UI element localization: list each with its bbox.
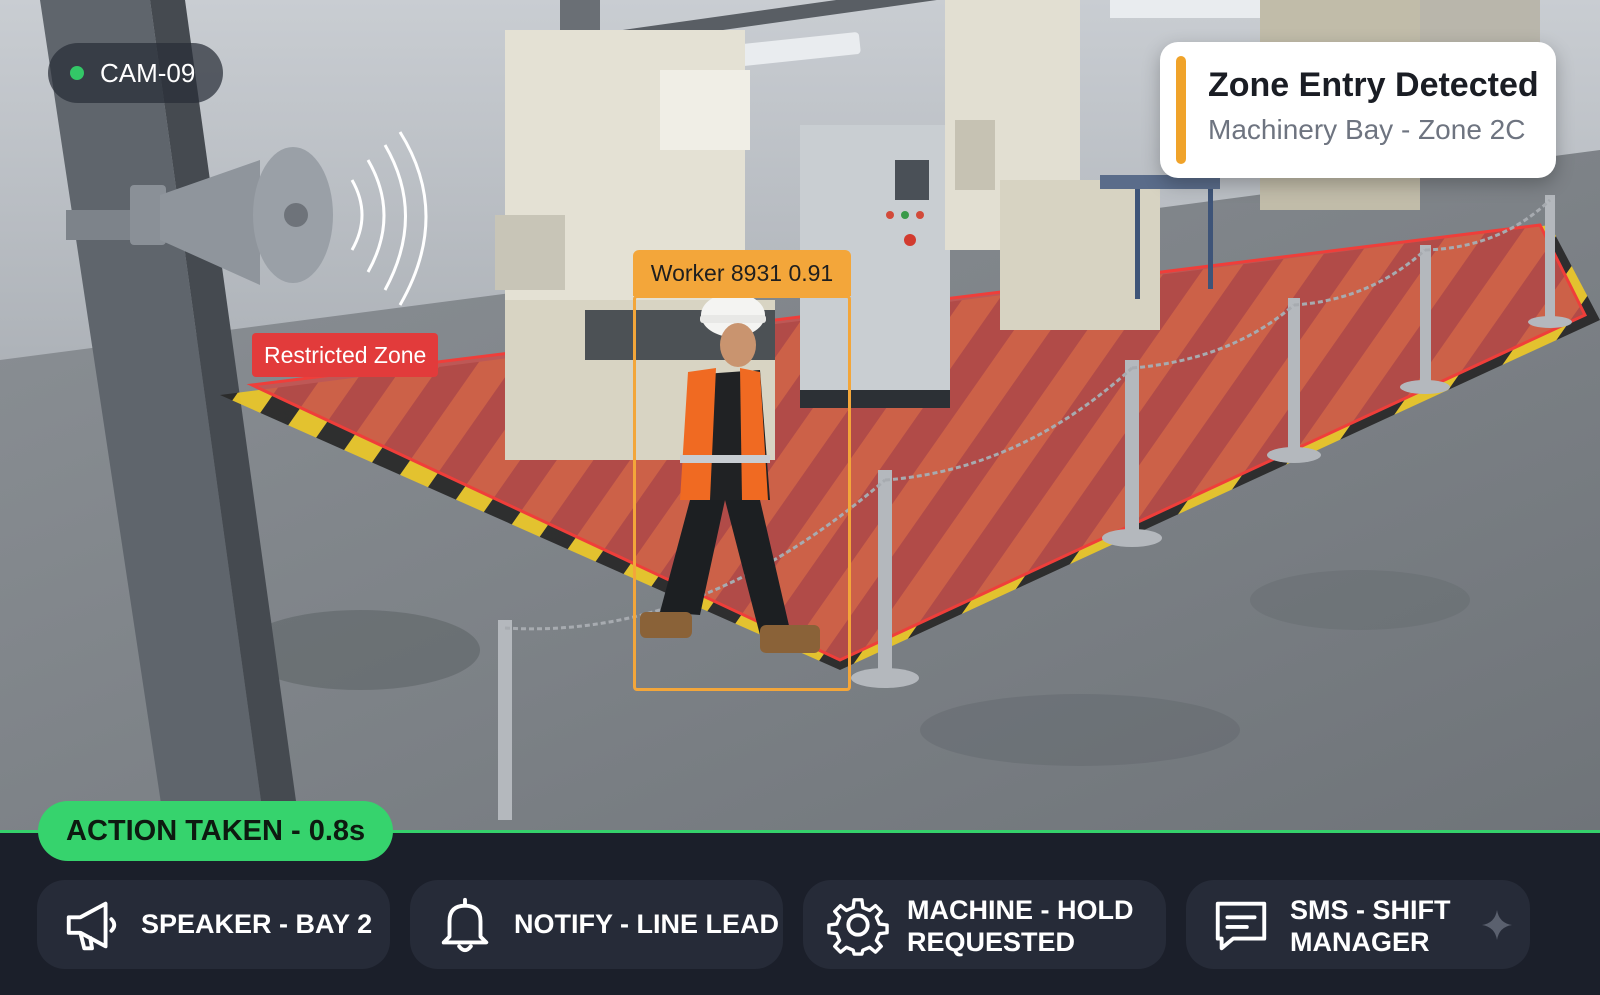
action-sms-label: SMS - SHIFT MANAGER xyxy=(1290,894,1451,958)
bell-icon xyxy=(441,897,489,953)
alert-subtitle: Machinery Bay - Zone 2C xyxy=(1208,114,1526,145)
action-notify-card[interactable]: NOTIFY - LINE LEAD xyxy=(410,880,783,969)
action-machine-hold-line1: MACHINE - HOLD xyxy=(907,895,1134,925)
camera-id-badge: CAM-09 xyxy=(48,43,224,103)
megaphone-icon xyxy=(66,901,117,951)
restricted-zone-label: Restricted Zone xyxy=(252,333,439,377)
camera-view: CAM-09 Zone Entry Detected Machinery Bay… xyxy=(0,0,1600,995)
camera-id-label: CAM-09 xyxy=(100,57,196,88)
message-icon xyxy=(1215,901,1267,951)
alert-accent-bar xyxy=(1176,56,1186,164)
action-taken-badge: ACTION TAKEN - 0.8s xyxy=(38,801,394,861)
action-machine-hold-label: MACHINE - HOLD REQUESTED xyxy=(907,894,1133,958)
action-machine-hold-line2: REQUESTED xyxy=(907,927,1076,957)
action-machine-hold-card[interactable]: MACHINE - HOLD REQUESTED xyxy=(803,880,1166,969)
gear-icon xyxy=(827,898,889,956)
zone-entry-alert[interactable]: Zone Entry Detected Machinery Bay - Zone… xyxy=(1160,42,1556,178)
action-sms-line1: SMS - SHIFT xyxy=(1290,895,1451,925)
action-speaker-label: SPEAKER - BAY 2 xyxy=(141,909,373,939)
live-status-dot xyxy=(70,66,84,80)
alert-title: Zone Entry Detected xyxy=(1208,66,1539,104)
action-sms-line2: MANAGER xyxy=(1290,927,1430,957)
detection-bounding-box[interactable] xyxy=(633,295,851,691)
sparkle-icon xyxy=(1482,910,1512,940)
action-notify-label: NOTIFY - LINE LEAD xyxy=(514,909,780,939)
action-speaker-card[interactable]: SPEAKER - BAY 2 xyxy=(37,880,390,969)
detection-label: Worker 8931 0.91 xyxy=(633,250,851,296)
action-sms-card[interactable]: SMS - SHIFT MANAGER xyxy=(1186,880,1530,969)
